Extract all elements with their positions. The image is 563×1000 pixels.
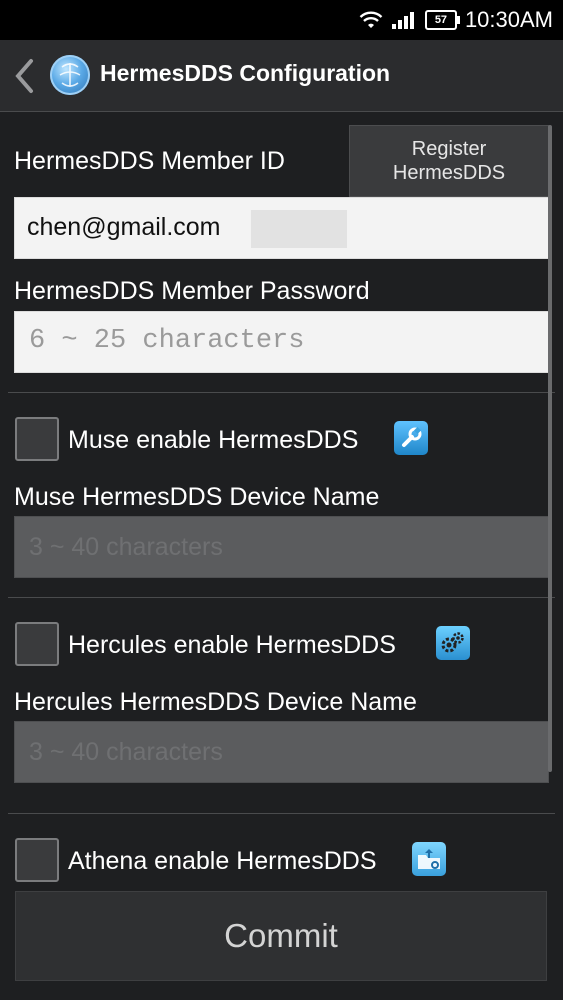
scrollbar[interactable] xyxy=(548,125,552,772)
hercules-device-name-label: Hercules HermesDDS Device Name xyxy=(14,688,417,716)
muse-device-name-input[interactable]: 3 ~ 40 characters xyxy=(14,516,549,578)
app-logo-icon xyxy=(50,55,90,95)
muse-device-name-label: Muse HermesDDS Device Name xyxy=(14,483,380,511)
divider xyxy=(8,813,555,814)
wifi-icon xyxy=(359,11,383,28)
action-bar: HermesDDS Configuration xyxy=(0,40,563,112)
status-icons: 57 10:30AM xyxy=(359,0,553,40)
member-password-input[interactable]: 6 ~ 25 characters xyxy=(14,311,549,373)
hercules-enable-checkbox[interactable] xyxy=(15,622,59,666)
back-button[interactable] xyxy=(8,54,40,98)
hercules-device-name-placeholder: 3 ~ 40 characters xyxy=(29,738,223,766)
hercules-device-name-input[interactable]: 3 ~ 40 characters xyxy=(14,721,549,783)
commit-button[interactable]: Commit xyxy=(15,891,547,981)
athena-enable-checkbox[interactable] xyxy=(15,838,59,882)
muse-device-name-placeholder: 3 ~ 40 characters xyxy=(29,533,223,561)
member-id-value: chen@gmail.com xyxy=(27,213,221,241)
hercules-enable-label: Hercules enable HermesDDS xyxy=(68,631,396,659)
member-password-label: HermesDDS Member Password xyxy=(14,277,370,305)
divider xyxy=(8,392,555,393)
wrench-icon xyxy=(394,421,428,455)
gears-icon xyxy=(436,626,470,660)
battery-icon: 57 xyxy=(424,10,460,30)
password-placeholder: 6 ~ 25 characters xyxy=(29,326,305,356)
member-id-label: HermesDDS Member ID xyxy=(14,147,285,175)
page-title: HermesDDS Configuration xyxy=(100,60,391,86)
status-bar: 57 10:30AM xyxy=(0,0,563,40)
signal-icon xyxy=(391,12,414,29)
clock: 10:30AM xyxy=(464,7,553,32)
member-id-input[interactable]: chen@gmail.com xyxy=(14,197,549,259)
register-button[interactable]: Register HermesDDS xyxy=(349,125,549,197)
redacted-region xyxy=(251,210,347,248)
athena-enable-label: Athena enable HermesDDS xyxy=(68,847,377,875)
divider xyxy=(8,597,555,598)
muse-enable-label: Muse enable HermesDDS xyxy=(68,426,359,454)
chevron-left-icon xyxy=(15,59,33,93)
muse-enable-checkbox[interactable] xyxy=(15,417,59,461)
folder-upload-icon xyxy=(412,842,446,876)
